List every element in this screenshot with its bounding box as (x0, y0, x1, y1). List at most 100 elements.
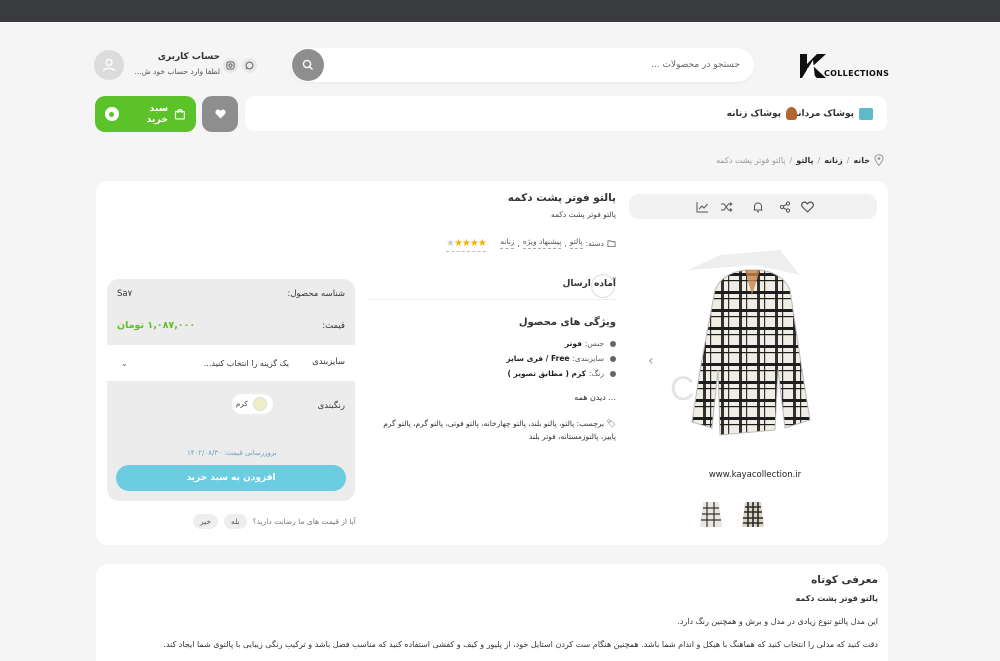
search-input[interactable] (340, 48, 740, 82)
compare-action[interactable] (719, 199, 734, 214)
price-value: ۱,۰۸۷,۰۰۰ تومان (117, 320, 196, 331)
sku-value: Sa۷ (117, 289, 133, 299)
size-row: سایزبندی یک گزینه را انتخاب کنید... ⌄ (107, 345, 355, 381)
favorites-button[interactable] (202, 96, 238, 132)
feature-item: جنس: فوتر (506, 336, 616, 351)
chart-icon (696, 201, 708, 212)
women-avatar-icon (786, 107, 797, 120)
breadcrumb-coat[interactable]: پالتو (796, 156, 813, 165)
account-login-hint[interactable]: لطفا وارد حساب خود ش... (120, 67, 220, 76)
color-row: رنگبندی (107, 383, 355, 433)
feature-value: کرم ( مطابق تصویر ) (507, 369, 587, 378)
site-logo[interactable]: COLLECTIONS (798, 52, 890, 82)
price-satisfaction: آیا از قیمت های ما رضایت دارید؟ بله خیر (193, 514, 356, 529)
category-separator: , (517, 238, 520, 248)
see-all-features-link[interactable]: ... دیدن همه (574, 393, 616, 402)
description-subtitle: پالتو فوتر پشت دکمه (795, 594, 878, 603)
feature-item: رنگ: کرم ( مطابق تصویر ) (506, 366, 616, 381)
tag-icon: 🏷 (606, 419, 616, 428)
cart-label: سبد خرید (146, 103, 169, 125)
buy-box: شناسه محصول: Sa۷ قیمت: ۱,۰۸۷,۰۰۰ تومان س… (107, 279, 355, 501)
nav-item-label: پوشاک مردانه (792, 108, 854, 119)
size-label: سایزبندی (312, 357, 345, 367)
feature-key: رنگ: (589, 369, 604, 378)
whatsapp-icon (245, 61, 254, 70)
location-pin-icon (874, 154, 884, 166)
logo-text: COLLECTIONS (824, 69, 890, 78)
cart-button[interactable]: سبد خرید (95, 96, 196, 132)
account-title[interactable]: حساب کاربری (140, 52, 220, 62)
user-icon (102, 58, 116, 72)
thumbnail-coat-1 (697, 497, 725, 531)
thumbnail-coat-2 (739, 497, 767, 531)
feature-item: سایزبندی: Free / فری سایز (506, 351, 616, 366)
category-link[interactable]: زنانه (500, 237, 515, 249)
price-updated: بروزرسانی قیمت: ۱۴۰۲/۰۸/۳۰ (187, 449, 277, 457)
description-title: معرفی کوتاه (811, 574, 878, 586)
feature-key: جنس: (585, 339, 604, 348)
size-select[interactable]: یک گزینه را انتخاب کنید... ⌄ (115, 345, 295, 381)
add-to-cart-button[interactable]: افزودن به سبد خرید (116, 465, 346, 491)
top-bar (0, 0, 1000, 22)
thumbnail-1[interactable] (697, 497, 725, 531)
yes-button[interactable]: بله (224, 514, 247, 529)
avatar[interactable] (94, 50, 124, 80)
breadcrumb-women[interactable]: زنانه (824, 156, 842, 165)
share-icon (779, 200, 790, 213)
color-option-label: کرم (236, 400, 248, 408)
feature-key: سایزبندی: (572, 354, 604, 363)
product-tags: 🏷 برچسب: پالتو، پالتو بلند، پالتو چهارخا… (366, 417, 616, 443)
whatsapp-link[interactable] (242, 58, 257, 73)
product-image[interactable]: C (660, 250, 840, 450)
prev-image-arrow[interactable]: ‹ (648, 353, 654, 369)
no-button[interactable]: خیر (193, 514, 219, 529)
star-icon: ★★★★ (453, 238, 487, 249)
sku-row: شناسه محصول: Sa۷ (107, 279, 355, 309)
features-title: ویژگی های محصول (518, 317, 616, 328)
satisfaction-question: آیا از قیمت های ما رضایت دارید؟ (252, 517, 356, 526)
sku-label: شناسه محصول: (287, 289, 346, 299)
product-title: پالتو فوتر پشت دکمه (507, 192, 616, 204)
nav-item-men[interactable]: پوشاک مردانه (793, 96, 873, 131)
product-actions-bar (629, 194, 877, 219)
price-chart-action[interactable] (695, 199, 710, 214)
category-link[interactable]: پالتو (569, 237, 583, 249)
feature-value: فوتر (564, 339, 582, 348)
shuffle-icon (721, 201, 733, 212)
thumbnail-2[interactable] (739, 497, 767, 531)
chevron-down-icon: ⌄ (121, 358, 128, 368)
main-nav: پوشاک مردانه پوشاک زنانه (245, 96, 887, 131)
shopping-bag-icon (175, 109, 186, 120)
color-option[interactable]: کرم (232, 394, 273, 414)
product-categories: دسته: پالتو, پیشنهاد ویژه, زنانه (500, 237, 616, 249)
category-separator: , (564, 238, 567, 248)
search-button[interactable] (292, 49, 324, 81)
notify-action[interactable] (750, 199, 765, 214)
instagram-link[interactable] (223, 58, 238, 73)
search-icon (302, 59, 313, 70)
feature-value: Free / فری سایز (506, 354, 570, 363)
bell-icon (753, 201, 762, 212)
size-select-value: یک گزینه را انتخاب کنید... (203, 358, 289, 368)
heart-icon (214, 109, 226, 119)
color-swatch (252, 397, 267, 411)
breadcrumb-separator: / (846, 155, 850, 165)
share-action[interactable] (777, 199, 792, 214)
breadcrumb: خانه / زنانه / پالتو / پالتو فوتر پشت دک… (716, 153, 884, 167)
product-subtitle: پالتو فوتر پشت دکمه (550, 210, 616, 219)
folder-icon (607, 239, 616, 247)
cart-count-badge (105, 107, 119, 121)
rating-stars[interactable]: ★★★★★ (446, 238, 487, 252)
instagram-icon (226, 61, 235, 70)
price-row: قیمت: ۱,۰۸۷,۰۰۰ تومان (107, 311, 355, 343)
breadcrumb-current: پالتو فوتر پشت دکمه (716, 155, 786, 165)
wishlist-action[interactable] (800, 199, 815, 214)
nav-item-women[interactable]: پوشاک زنانه (727, 96, 797, 131)
breadcrumb-home[interactable]: خانه (853, 156, 870, 165)
watermark-letter: C (670, 370, 695, 408)
heart-outline-icon (801, 201, 814, 213)
men-shirt-icon (859, 107, 873, 120)
breadcrumb-separator: / (789, 155, 793, 165)
category-link[interactable]: پیشنهاد ویژه (522, 237, 562, 249)
category-label: دسته: (585, 238, 604, 248)
